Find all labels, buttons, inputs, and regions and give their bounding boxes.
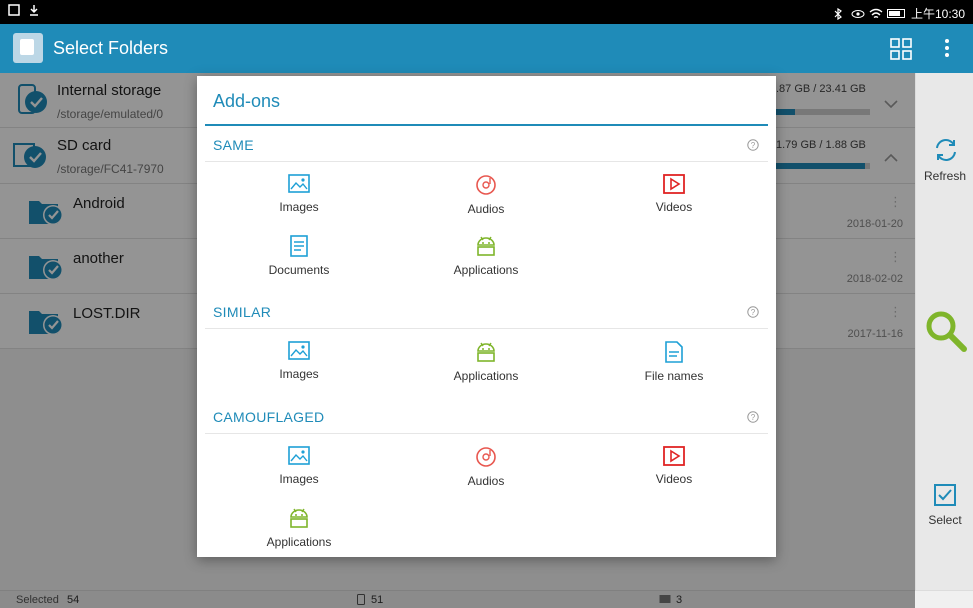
addon-label: Applications <box>453 263 519 277</box>
addon-label: Images <box>279 367 319 381</box>
addon-similar-applications[interactable]: Applications <box>426 341 546 383</box>
download-notification-icon <box>28 4 40 16</box>
addon-camouflaged-applications[interactable]: Applications <box>239 507 359 549</box>
status-time: 上午10:30 <box>910 7 965 21</box>
add-ons-dialog: Add-ons SAME ? Images Audios Videos Docu… <box>197 76 776 557</box>
android-app-icon <box>290 508 308 528</box>
refresh-button[interactable]: Refresh <box>916 169 973 183</box>
section-divider <box>205 433 768 434</box>
addon-label: File names <box>644 369 704 383</box>
dialog-title-divider <box>205 124 768 126</box>
help-icon[interactable]: ? <box>747 305 759 318</box>
svg-text:?: ? <box>751 413 756 422</box>
addon-label: Images <box>279 472 319 486</box>
addon-label: Images <box>279 200 319 214</box>
android-app-icon <box>477 236 495 256</box>
addon-label: Audios <box>467 474 505 488</box>
section-divider <box>205 328 768 329</box>
help-icon[interactable]: ? <box>747 410 759 423</box>
addon-same-audios[interactable]: Audios <box>426 174 546 216</box>
app-logo-icon <box>13 33 43 63</box>
addon-label: Documents <box>268 263 330 277</box>
addon-label: Videos <box>655 472 693 486</box>
help-icon[interactable]: ? <box>747 138 759 151</box>
status-bar: 上午10:30 <box>0 0 973 24</box>
addon-camouflaged-videos[interactable]: Videos <box>614 446 734 486</box>
select-checkbox-icon[interactable] <box>934 484 956 511</box>
addon-similar-file-names[interactable]: File names <box>614 341 734 383</box>
addon-same-applications[interactable]: Applications <box>426 235 546 277</box>
section-header-similar: SIMILAR <box>213 304 272 320</box>
section-header-camouflaged: CAMOUFLAGED <box>213 409 325 425</box>
addon-label: Audios <box>467 202 505 216</box>
video-icon <box>663 446 685 466</box>
app-bar: Select Folders <box>0 24 973 73</box>
select-button[interactable]: Select <box>916 513 973 527</box>
image-icon <box>288 174 310 193</box>
svg-text:?: ? <box>751 141 756 150</box>
side-action-panel: Refresh Select <box>915 73 973 590</box>
audio-disc-icon <box>476 175 496 195</box>
battery-icon <box>886 9 905 18</box>
more-options-icon[interactable] <box>940 36 954 60</box>
addon-same-videos[interactable]: Videos <box>614 174 734 214</box>
dialog-title: Add-ons <box>213 91 281 111</box>
addon-camouflaged-audios[interactable]: Audios <box>426 446 546 488</box>
addon-camouflaged-images[interactable]: Images <box>239 446 359 486</box>
section-header-same: SAME <box>213 137 254 153</box>
bluetooth-icon <box>833 7 845 20</box>
addon-label: Applications <box>266 535 332 549</box>
section-divider <box>205 161 768 162</box>
addon-label: Applications <box>453 369 519 383</box>
refresh-icon[interactable] <box>933 137 959 168</box>
eye-comfort-icon <box>851 8 865 20</box>
video-icon <box>663 174 685 194</box>
android-app-icon <box>477 342 495 362</box>
addon-similar-images[interactable]: Images <box>239 341 359 381</box>
document-icon <box>290 235 308 257</box>
addon-same-documents[interactable]: Documents <box>239 235 359 277</box>
gallery-notification-icon <box>8 4 20 16</box>
wifi-icon <box>869 8 883 20</box>
audio-disc-icon <box>476 447 496 467</box>
image-icon <box>288 446 310 465</box>
grid-view-icon[interactable] <box>890 38 912 60</box>
addon-label: Videos <box>655 200 693 214</box>
file-name-icon <box>665 341 683 363</box>
image-icon <box>288 341 310 360</box>
search-icon[interactable] <box>924 309 968 358</box>
addon-same-images[interactable]: Images <box>239 174 359 214</box>
svg-text:?: ? <box>751 308 756 317</box>
page-title: Select Folders <box>53 38 169 58</box>
